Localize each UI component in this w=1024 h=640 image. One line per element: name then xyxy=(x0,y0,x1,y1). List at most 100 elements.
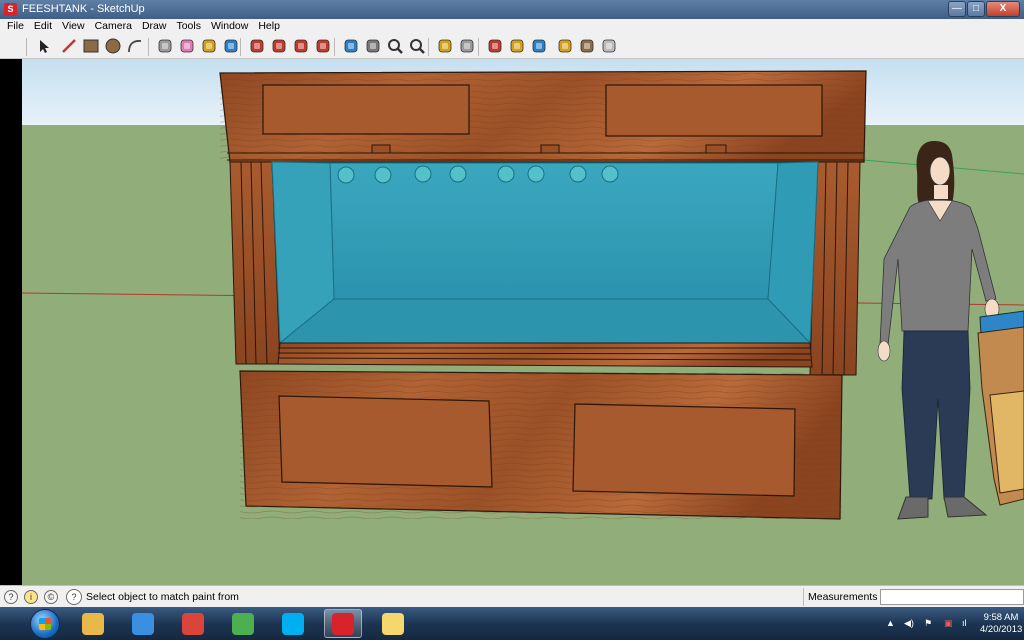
zoom-tool-icon[interactable] xyxy=(386,37,404,55)
paint-bucket-icon[interactable] xyxy=(222,37,240,55)
tank-light-8 xyxy=(601,165,619,183)
select-tool-icon[interactable] xyxy=(34,37,52,55)
show-hidden-icons[interactable]: ▲ xyxy=(886,618,896,628)
offset-tool-icon[interactable] xyxy=(314,37,332,55)
chrome-icon[interactable] xyxy=(174,609,212,638)
sketchup-logo-icon: S xyxy=(4,3,17,16)
menu-window[interactable]: Window xyxy=(206,20,253,32)
rotate-tool-icon[interactable] xyxy=(292,37,310,55)
move-tool-icon[interactable] xyxy=(270,37,288,55)
status-separator xyxy=(803,588,804,606)
extension-warehouse-icon[interactable] xyxy=(556,37,574,55)
pan-tool-icon[interactable] xyxy=(364,37,382,55)
menu-draw[interactable]: Draw xyxy=(137,20,172,32)
network-icon[interactable]: ▣ xyxy=(944,618,954,628)
taskbar-clock[interactable]: 9:58 AM 4/20/2013 xyxy=(980,612,1022,636)
toolbar-separator xyxy=(478,38,479,56)
base-door-left xyxy=(278,395,493,488)
tank-light-4 xyxy=(449,165,467,183)
top-panel-left xyxy=(262,84,470,135)
skype-icon[interactable] xyxy=(274,609,312,638)
status-bar: ? i © ? Select object to match paint fro… xyxy=(0,585,1024,607)
internet-explorer-glyph xyxy=(132,612,154,635)
components-icon[interactable] xyxy=(578,37,596,55)
get-models-icon[interactable] xyxy=(486,37,504,55)
tank-light-7 xyxy=(569,165,587,183)
tank-light-6 xyxy=(527,165,545,183)
top-panel-right xyxy=(605,84,823,137)
hinge-middle xyxy=(540,144,560,154)
make-component-icon[interactable] xyxy=(156,37,174,55)
explorer-glyph xyxy=(82,612,104,635)
messenger-glyph xyxy=(232,612,254,635)
previous-view-icon[interactable] xyxy=(436,37,454,55)
help-icon[interactable]: ? xyxy=(66,589,82,605)
scene-canvas[interactable] xyxy=(22,59,1024,585)
menu-tools[interactable]: Tools xyxy=(171,20,206,32)
orbit-tool-icon[interactable] xyxy=(342,37,360,55)
sketchup-glyph xyxy=(332,612,354,635)
sketchup-icon[interactable] xyxy=(324,609,362,638)
tank-back-wall xyxy=(329,162,779,300)
arc-tool-icon[interactable] xyxy=(126,37,144,55)
google-earth-icon[interactable] xyxy=(530,37,548,55)
bottom-rim xyxy=(277,342,813,368)
credits-icon[interactable]: i xyxy=(24,590,38,604)
menu-edit[interactable]: Edit xyxy=(29,20,57,32)
maximize-button[interactable]: □ xyxy=(967,1,985,17)
menu-camera[interactable]: Camera xyxy=(90,20,137,32)
toolbar-separator xyxy=(240,38,241,56)
internet-explorer-icon[interactable] xyxy=(124,609,162,638)
zoom-extents-icon[interactable] xyxy=(408,37,426,55)
signal-icon[interactable]: ıl xyxy=(962,618,972,628)
menu-view[interactable]: View xyxy=(57,20,90,32)
menu-file[interactable]: File xyxy=(2,20,29,32)
rectangle-tool-icon[interactable] xyxy=(82,37,100,55)
circle-tool-icon[interactable] xyxy=(104,37,122,55)
tank-light-3 xyxy=(414,165,432,183)
copyright-icon[interactable]: © xyxy=(44,590,58,604)
tank-light-5 xyxy=(497,165,515,183)
volume-icon[interactable]: ◀) xyxy=(904,618,914,628)
toolbar-separator xyxy=(148,38,149,56)
tape-measure-icon[interactable] xyxy=(200,37,218,55)
skype-glyph xyxy=(282,612,304,635)
next-view-icon[interactable] xyxy=(458,37,476,55)
close-button[interactable]: X xyxy=(986,1,1020,17)
toolbar-separator xyxy=(428,38,429,56)
clock-date: 4/20/2013 xyxy=(980,624,1023,635)
hinge-right xyxy=(705,144,727,154)
messenger-icon[interactable] xyxy=(224,609,262,638)
explorer-icon[interactable] xyxy=(74,609,112,638)
windows-taskbar: ▲ ◀) ⚑ ▣ ıl 9:58 AM 4/20/2013 xyxy=(0,607,1024,640)
clock-time: 9:58 AM xyxy=(983,612,1019,623)
menu-bar: File Edit View Camera Draw Tools Window … xyxy=(0,19,1024,33)
hinge-left xyxy=(371,144,391,154)
tank-light-1 xyxy=(337,166,355,184)
window-title: FEESHTANK - SketchUp xyxy=(22,3,145,15)
menu-help[interactable]: Help xyxy=(253,20,285,32)
action-center-flag-icon[interactable]: ⚑ xyxy=(924,618,934,628)
share-model-icon[interactable] xyxy=(508,37,526,55)
base-door-right xyxy=(572,403,796,497)
model-viewport[interactable] xyxy=(22,59,1024,585)
eraser-tool-icon[interactable] xyxy=(178,37,196,55)
push-pull-icon[interactable] xyxy=(248,37,266,55)
line-tool-icon[interactable] xyxy=(60,37,78,55)
measurements-input[interactable] xyxy=(880,589,1024,605)
styles-icon[interactable] xyxy=(600,37,618,55)
minimize-button[interactable]: — xyxy=(948,1,966,17)
chrome-glyph xyxy=(182,612,204,635)
info-icon[interactable]: ? xyxy=(4,590,18,604)
tank-light-2 xyxy=(374,166,392,184)
tank-floor xyxy=(278,298,812,344)
main-toolbar xyxy=(0,33,1024,59)
paint-glyph xyxy=(382,612,404,635)
toolbar-separator xyxy=(334,38,335,56)
paint-icon[interactable] xyxy=(374,609,412,638)
measurements-label: Measurements xyxy=(808,591,878,603)
window-controls: — □ X xyxy=(948,1,1020,17)
toolbar-separator xyxy=(26,38,27,56)
status-message: Select object to match paint from xyxy=(86,591,239,603)
start-button[interactable] xyxy=(30,609,60,639)
